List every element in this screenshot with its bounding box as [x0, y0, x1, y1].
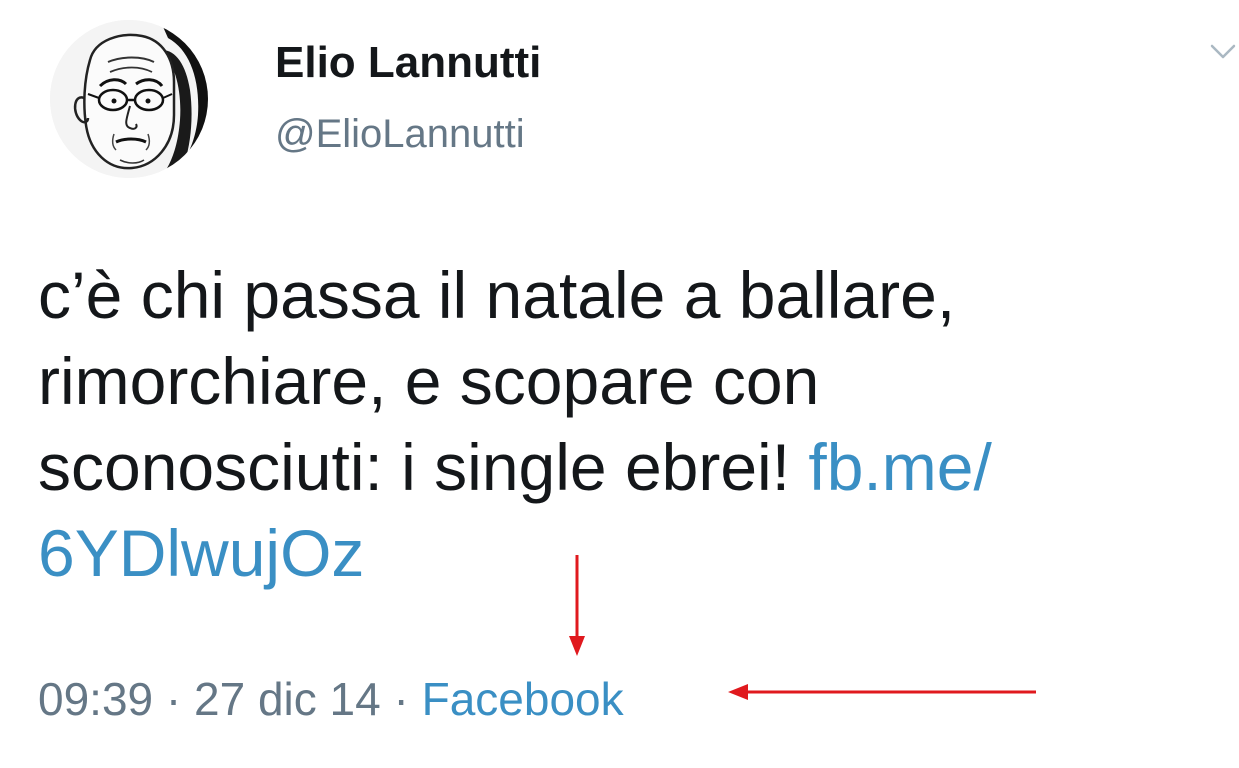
- caricature-portrait-avatar-icon: [50, 20, 208, 178]
- tweet-text-segment: sconosciuti: i single ebrei!: [38, 430, 809, 504]
- author-display-name[interactable]: Elio Lannutti: [275, 38, 541, 88]
- tweet-text-line: sconosciuti: i single ebrei! fb.me/: [38, 424, 1228, 510]
- tweet-time[interactable]: 09:39: [38, 673, 153, 725]
- tweet-card: Elio Lannutti @ElioLannutti c’è chi pass…: [0, 0, 1239, 768]
- avatar[interactable]: [50, 20, 208, 178]
- chevron-down-icon[interactable]: [1208, 36, 1238, 66]
- tweet-text-line: rimorchiare, e scopare con: [38, 344, 820, 418]
- tweet-source-link[interactable]: Facebook: [422, 673, 624, 725]
- meta-separator: ·: [380, 673, 422, 725]
- tweet-text-line: 6YDlwujOz: [38, 510, 1228, 596]
- tweet-text: c’è chi passa il natale a ballare, rimor…: [38, 252, 1228, 596]
- tweet-link[interactable]: fb.me/: [808, 430, 991, 504]
- tweet-date[interactable]: 27 dic 14: [194, 673, 381, 725]
- tweet-text-line: c’è chi passa il natale a ballare,: [38, 258, 956, 332]
- meta-separator: ·: [153, 673, 195, 725]
- author-handle[interactable]: @ElioLannutti: [275, 112, 525, 157]
- left-arrow-icon: [728, 684, 1036, 700]
- tweet-link-continued[interactable]: 6YDlwujOz: [38, 516, 364, 590]
- tweet-meta: 09:39 · 27 dic 14 · Facebook: [38, 672, 624, 726]
